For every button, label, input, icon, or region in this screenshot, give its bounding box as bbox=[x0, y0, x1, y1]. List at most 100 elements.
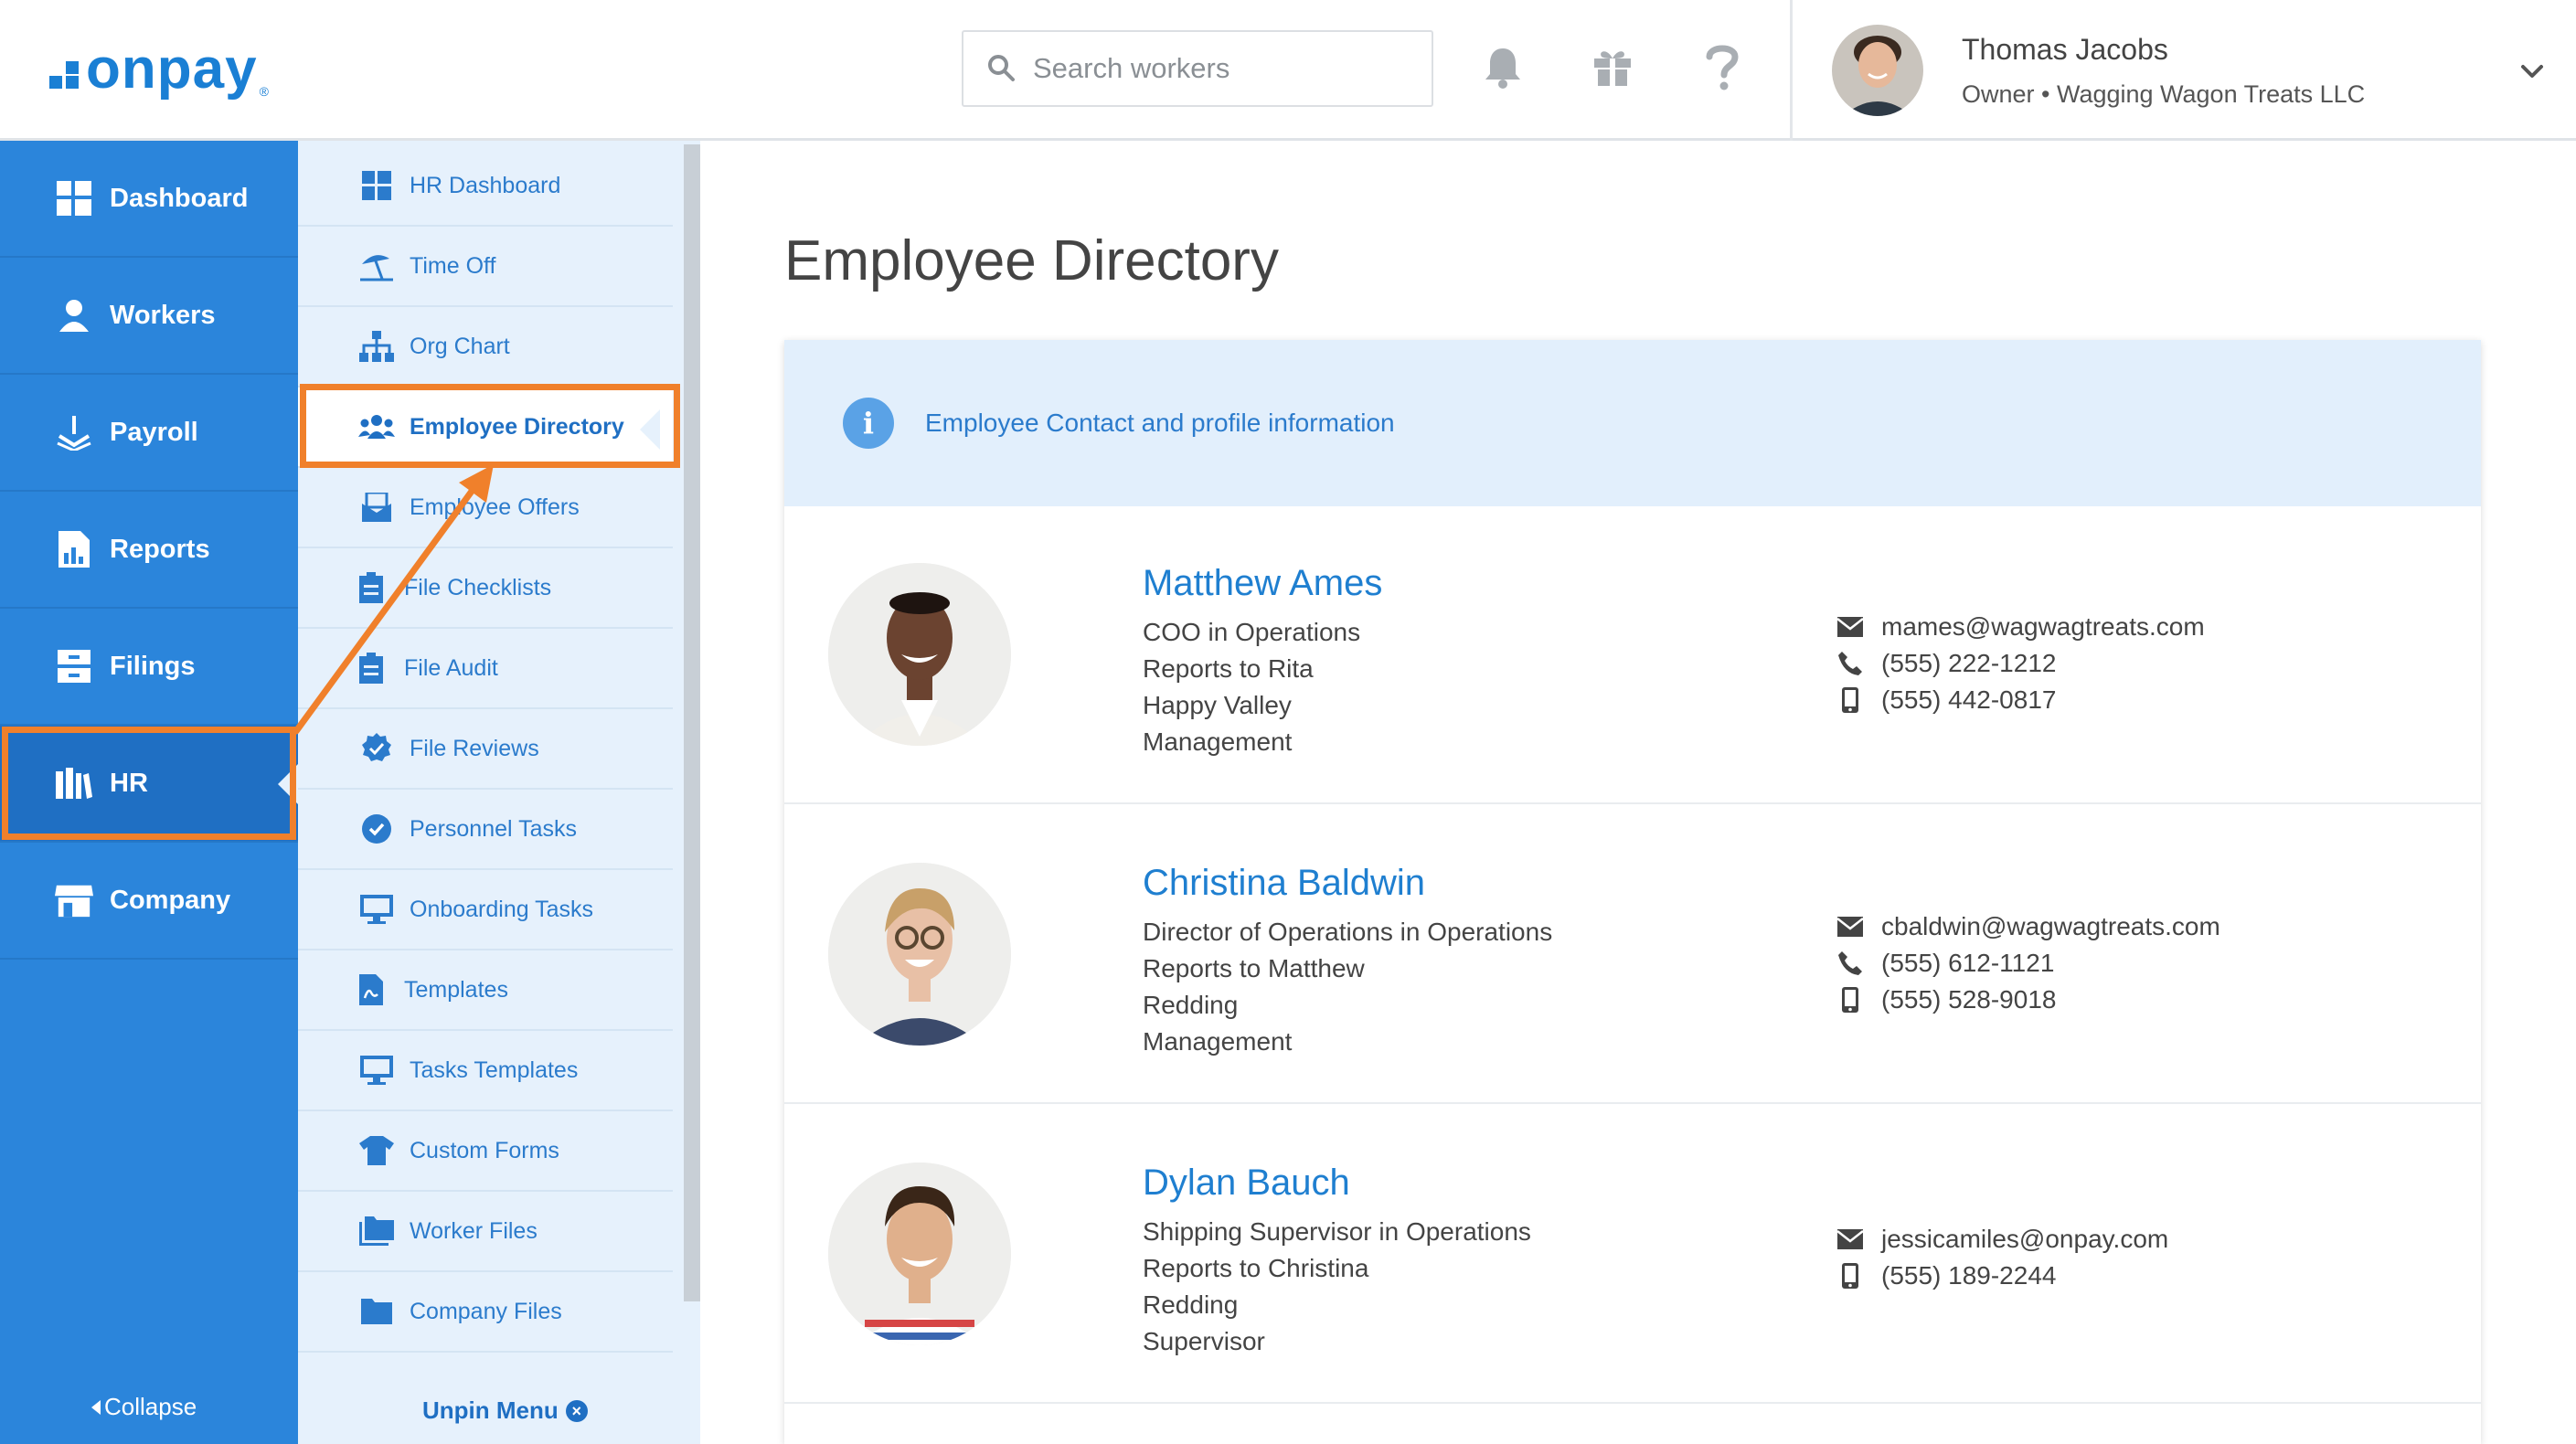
employee-reports-to: Reports to Christina bbox=[1143, 1254, 1369, 1282]
user-name[interactable]: Thomas Jacobs bbox=[1962, 33, 2168, 67]
phone-icon bbox=[1837, 950, 1863, 976]
employee-name[interactable]: Dylan Bauch bbox=[1143, 1163, 1350, 1204]
hr-nav-label: Worker Files bbox=[410, 1217, 538, 1244]
pdf-file-icon bbox=[353, 972, 389, 1008]
mobile-icon bbox=[1837, 1263, 1863, 1289]
shirt-icon bbox=[358, 1132, 395, 1169]
employee-row: Christina Baldwin Director of Operations… bbox=[784, 806, 2481, 1104]
employee-email-text: mames@wagwagtreats.com bbox=[1881, 612, 2205, 641]
employee-directory-highlight-box bbox=[300, 384, 680, 468]
beach-umbrella-icon bbox=[358, 248, 395, 284]
nav-company-label: Company bbox=[110, 885, 231, 915]
employee-name[interactable]: Matthew Ames bbox=[1143, 563, 1382, 604]
hr-nav-org-chart[interactable]: Org Chart bbox=[298, 307, 673, 388]
hr-nav-label: File Reviews bbox=[410, 735, 539, 761]
user-company: Owner • Wagging Wagon Treats LLC bbox=[1962, 80, 2366, 108]
hr-nav-company-files[interactable]: Company Files bbox=[298, 1272, 673, 1353]
employee-reports-to: Reports to Rita bbox=[1143, 654, 1314, 683]
grid-icon bbox=[55, 179, 93, 218]
nav-filings-label: Filings bbox=[110, 651, 196, 681]
hr-nav-onboarding-tasks[interactable]: Onboarding Tasks bbox=[298, 870, 673, 950]
employee-mobile[interactable]: (555) 442-0817 bbox=[1837, 685, 2056, 715]
envelope-icon bbox=[1837, 914, 1863, 940]
employee-row: Matthew Ames COO in Operations Reports t… bbox=[784, 506, 2481, 804]
chevron-down-icon[interactable] bbox=[2514, 53, 2550, 90]
employee-location: Redding bbox=[1143, 1290, 1239, 1319]
employee-photo[interactable] bbox=[828, 863, 1011, 1046]
nav-company[interactable]: Company bbox=[0, 843, 298, 960]
badge-check-icon bbox=[358, 730, 395, 767]
employee-phone[interactable]: (555) 612-1121 bbox=[1837, 949, 2054, 978]
grid-icon bbox=[358, 167, 395, 204]
hr-nav-label: Custom Forms bbox=[410, 1137, 559, 1163]
folder-icon bbox=[358, 1293, 395, 1330]
employee-phone-text: (555) 222-1212 bbox=[1881, 649, 2057, 677]
hr-highlight-box bbox=[2, 727, 296, 840]
offer-envelope-icon bbox=[358, 489, 395, 526]
employee-mobile[interactable]: (555) 189-2244 bbox=[1837, 1261, 2056, 1290]
hr-nav-tasks-templates[interactable]: Tasks Templates bbox=[298, 1031, 673, 1111]
hr-nav-label: Org Chart bbox=[410, 333, 510, 359]
envelope-icon bbox=[1837, 1226, 1863, 1252]
employee-email[interactable]: jessicamiles@onpay.com bbox=[1837, 1225, 2168, 1254]
hr-nav-file-checklists[interactable]: File Checklists bbox=[298, 548, 673, 629]
hr-nav-time-off[interactable]: Time Off bbox=[298, 227, 673, 307]
employee-name[interactable]: Christina Baldwin bbox=[1143, 863, 1425, 904]
hr-nav-file-reviews[interactable]: File Reviews bbox=[298, 709, 673, 790]
search-input[interactable] bbox=[1033, 52, 1417, 85]
hr-nav-custom-forms[interactable]: Custom Forms bbox=[298, 1111, 673, 1192]
hr-nav-label: Company Files bbox=[410, 1298, 562, 1324]
phone-icon bbox=[1837, 651, 1863, 676]
employee-mobile[interactable]: (555) 528-9018 bbox=[1837, 985, 2056, 1014]
nav-payroll[interactable]: Payroll bbox=[0, 375, 298, 492]
bell-icon[interactable] bbox=[1475, 40, 1530, 95]
employee-email[interactable]: cbaldwin@wagwagtreats.com bbox=[1837, 912, 2220, 941]
storefront-icon bbox=[55, 881, 93, 919]
employee-photo[interactable] bbox=[828, 1163, 1011, 1345]
employee-phone[interactable]: (555) 222-1212 bbox=[1837, 649, 2056, 678]
employee-mobile-text: (555) 189-2244 bbox=[1881, 1261, 2057, 1290]
hr-nav-hr-dashboard[interactable]: HR Dashboard bbox=[298, 146, 673, 227]
hr-nav-label: File Checklists bbox=[404, 574, 552, 600]
hr-nav-file-audit[interactable]: File Audit bbox=[298, 629, 673, 709]
sidebar-scrollbar[interactable] bbox=[684, 144, 700, 1301]
info-banner-text: Employee Contact and profile information bbox=[925, 409, 1395, 437]
onpay-logo[interactable]: onpay ® bbox=[49, 33, 269, 106]
gift-icon[interactable] bbox=[1585, 40, 1640, 95]
nav-workers[interactable]: Workers bbox=[0, 258, 298, 375]
page-title: Employee Directory bbox=[784, 229, 1279, 292]
employee-title: Director of Operations in Operations bbox=[1143, 918, 1553, 946]
hr-nav-label: Onboarding Tasks bbox=[410, 896, 594, 922]
employee-location: Redding bbox=[1143, 991, 1239, 1019]
employee-email-text: jessicamiles@onpay.com bbox=[1881, 1225, 2169, 1253]
header-divider bbox=[1790, 0, 1793, 141]
help-icon[interactable] bbox=[1695, 40, 1750, 95]
hr-nav-label: Time Off bbox=[410, 252, 496, 279]
hr-nav-label: Personnel Tasks bbox=[410, 815, 577, 842]
employee-reports-to: Reports to Matthew bbox=[1143, 954, 1365, 982]
employee-email[interactable]: mames@wagwagtreats.com bbox=[1837, 612, 2205, 642]
nav-filings[interactable]: Filings bbox=[0, 609, 298, 726]
collapse-button[interactable]: Collapse bbox=[91, 1393, 197, 1421]
unpin-menu-button[interactable]: Unpin Menu × bbox=[422, 1396, 588, 1425]
nav-dashboard[interactable]: Dashboard bbox=[0, 141, 298, 258]
nav-dashboard-label: Dashboard bbox=[110, 183, 249, 213]
user-avatar[interactable] bbox=[1832, 25, 1923, 116]
nav-reports-label: Reports bbox=[110, 534, 210, 564]
check-circle-icon bbox=[358, 811, 395, 847]
directory-card: i Employee Contact and profile informati… bbox=[784, 340, 2481, 1444]
collapse-arrow-icon bbox=[91, 1399, 101, 1415]
payroll-icon bbox=[55, 413, 93, 451]
hr-nav-label: Tasks Templates bbox=[410, 1056, 579, 1083]
employee-mobile-text: (555) 442-0817 bbox=[1881, 685, 2057, 714]
filings-icon bbox=[55, 647, 93, 685]
collapse-label: Collapse bbox=[104, 1393, 197, 1420]
hr-nav-worker-files[interactable]: Worker Files bbox=[298, 1192, 673, 1272]
active-notch bbox=[640, 409, 660, 450]
employee-photo[interactable] bbox=[828, 563, 1011, 746]
hr-nav-personnel-tasks[interactable]: Personnel Tasks bbox=[298, 790, 673, 870]
hr-nav-templates[interactable]: Templates bbox=[298, 950, 673, 1031]
nav-reports[interactable]: Reports bbox=[0, 492, 298, 609]
hr-nav-employee-offers[interactable]: Employee Offers bbox=[298, 468, 673, 548]
search-box[interactable] bbox=[962, 30, 1433, 107]
